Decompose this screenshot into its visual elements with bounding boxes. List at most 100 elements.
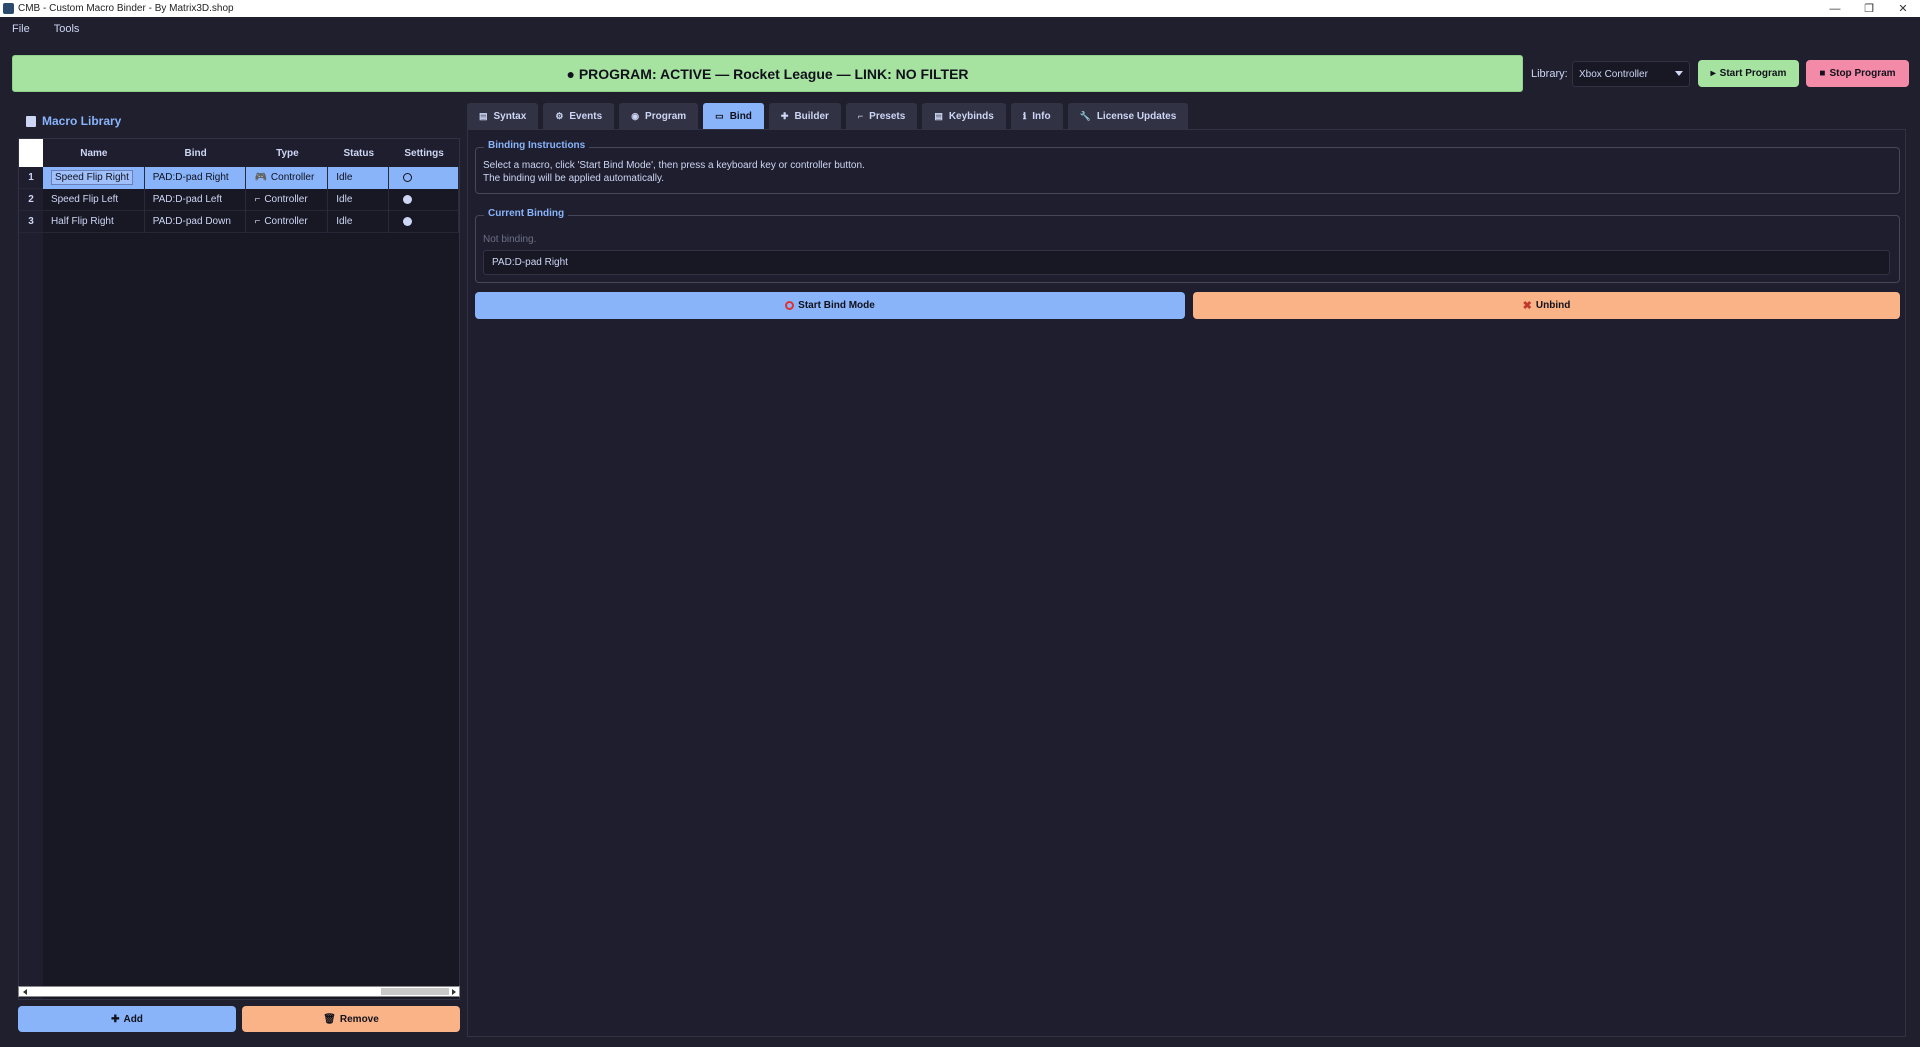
stop-program-button[interactable]: ■ Stop Program: [1806, 60, 1909, 87]
binding-status-text: Not binding.: [483, 234, 537, 245]
add-macro-button[interactable]: ✚ Add: [18, 1006, 236, 1032]
table-row[interactable]: 1 Speed Flip Right PAD:D-pad Right 🎮 Cont…: [19, 166, 459, 189]
row-header-column: [19, 167, 43, 999]
cell-status[interactable]: Idle: [328, 166, 390, 189]
cell-settings[interactable]: [389, 210, 459, 233]
cell-status[interactable]: Idle: [328, 210, 390, 233]
tab-program[interactable]: ◉ Program: [619, 103, 699, 129]
add-icon: ✚: [111, 1013, 120, 1025]
start-program-label: Start Program: [1719, 68, 1787, 79]
library-icon: [26, 115, 36, 127]
maximize-button[interactable]: ❐: [1852, 0, 1886, 17]
current-binding-field[interactable]: PAD:D-pad Right: [483, 250, 1890, 275]
window-title: CMB - Custom Macro Binder - By Matrix3D.…: [18, 3, 234, 14]
cell-settings[interactable]: [389, 166, 459, 189]
controller-icon: 🎮: [254, 172, 267, 183]
cell-name[interactable]: Half Flip Right: [43, 210, 145, 233]
cell-bind[interactable]: PAD:D-pad Left: [145, 188, 247, 211]
puzzle-icon: ✚: [780, 110, 789, 121]
column-header-bind[interactable]: Bind: [145, 139, 247, 167]
gear-icon: ⚙: [555, 110, 564, 121]
tab-label: License Updates: [1096, 110, 1177, 122]
column-header-settings[interactable]: Settings: [389, 139, 459, 167]
stop-icon: ■: [1819, 68, 1826, 79]
table-body: 1 Speed Flip Right PAD:D-pad Right 🎮 Cont…: [19, 166, 459, 233]
cell-type[interactable]: ⌐ Controller: [246, 188, 329, 211]
tab-label: Bind: [729, 110, 752, 122]
x-icon: ✖: [1522, 300, 1532, 312]
table-header: Name Bind Type Status Settings: [43, 139, 459, 167]
tab-bar: ▤ Syntax ⚙ Events ◉ Program ▭ Bind ✚ Builder …: [467, 103, 1189, 129]
close-button[interactable]: ✕: [1886, 0, 1920, 17]
gear-icon[interactable]: [403, 173, 413, 182]
library-select[interactable]: Xbox Controller: [1572, 61, 1690, 87]
remove-macro-button[interactable]: 🗑 Remove: [242, 1006, 460, 1032]
tab-syntax[interactable]: ▤ Syntax: [467, 103, 539, 129]
cell-type[interactable]: ⌐ Controller: [246, 210, 329, 233]
column-header-status[interactable]: Status: [328, 139, 389, 167]
gear-icon[interactable]: [403, 195, 413, 204]
macro-table[interactable]: Name Bind Type Status Settings 1 Speed F…: [18, 138, 460, 1000]
cell-name-editor[interactable]: Speed Flip Right: [50, 170, 133, 185]
column-header-type[interactable]: Type: [247, 139, 329, 167]
cell-type-label: Controller: [264, 216, 308, 227]
arrow-right-icon: [451, 988, 456, 995]
row-number: 1: [28, 172, 34, 183]
cell-settings[interactable]: [389, 188, 459, 211]
remove-label: Remove: [339, 1013, 379, 1025]
macro-library-title: Macro Library: [42, 114, 122, 128]
table-row[interactable]: 3 Half Flip Right PAD:D-pad Down ⌐ Contro…: [19, 210, 459, 233]
cell-name[interactable]: Speed Flip Left: [43, 188, 145, 211]
tab-bind[interactable]: ▭ Bind: [703, 103, 764, 129]
library-label: Library:: [1531, 68, 1568, 80]
cell-bind[interactable]: PAD:D-pad Down: [145, 210, 247, 233]
scrollbar-thumb[interactable]: [381, 988, 449, 995]
info-icon: ℹ: [1022, 110, 1027, 121]
stop-program-label: Stop Program: [1829, 68, 1896, 79]
tab-label: Builder: [794, 110, 829, 122]
cell-type[interactable]: 🎮 Controller: [246, 166, 329, 189]
instructions-line-2: The binding will be applied automaticall…: [483, 173, 665, 184]
tab-events[interactable]: ⚙ Events: [543, 103, 615, 129]
column-header-name[interactable]: Name: [43, 139, 145, 167]
start-program-button[interactable]: ▸ Start Program: [1698, 60, 1799, 87]
chevron-down-icon: [1675, 71, 1683, 76]
controller-icon: ⌐: [254, 194, 261, 205]
tab-info[interactable]: ℹ Info: [1010, 103, 1063, 129]
brain-icon: ◉: [631, 110, 640, 121]
menu-tools[interactable]: Tools: [42, 23, 92, 35]
tab-label: Syntax: [493, 110, 527, 122]
table-row[interactable]: 2 Speed Flip Left PAD:D-pad Left ⌐ Contro…: [19, 188, 459, 211]
trash-icon: 🗑: [323, 1013, 336, 1025]
title-bar: CMB - Custom Macro Binder - By Matrix3D.…: [0, 0, 1920, 17]
cell-bind[interactable]: PAD:D-pad Right: [144, 166, 247, 189]
menu-bar: File Tools: [0, 17, 1920, 41]
row-number: 3: [28, 216, 34, 227]
start-bind-mode-label: Start Bind Mode: [798, 300, 875, 311]
tab-license-updates[interactable]: 🔧 License Updates: [1067, 103, 1189, 129]
tab-label: Events: [569, 110, 603, 122]
library-select-value: Xbox Controller: [1579, 68, 1648, 80]
list-icon: ▤: [934, 110, 943, 121]
gear-icon[interactable]: [403, 217, 413, 226]
unbind-label: Unbind: [1535, 300, 1571, 311]
table-corner[interactable]: [19, 139, 43, 167]
minimize-button[interactable]: —: [1818, 0, 1852, 17]
cell-name[interactable]: Speed Flip Right: [42, 166, 145, 189]
tab-presets[interactable]: ⌐ Presets: [845, 103, 918, 129]
horizontal-scrollbar[interactable]: [18, 986, 460, 997]
arrow-left-icon: [22, 988, 27, 995]
window-controls: — ❐ ✕: [1818, 0, 1920, 17]
tab-builder[interactable]: ✚ Builder: [768, 103, 841, 129]
tab-label: Keybinds: [948, 110, 994, 122]
menu-file[interactable]: File: [0, 23, 42, 35]
keyboard-icon: ▭: [715, 110, 724, 121]
scroll-right-button[interactable]: [448, 987, 459, 996]
tab-label: Program: [645, 110, 687, 122]
current-binding-title: Current Binding: [484, 208, 569, 219]
cell-status[interactable]: Idle: [328, 188, 390, 211]
start-bind-mode-button[interactable]: Start Bind Mode: [475, 292, 1185, 319]
unbind-button[interactable]: ✖ Unbind: [1193, 292, 1900, 319]
scroll-left-button[interactable]: [19, 987, 30, 996]
tab-keybinds[interactable]: ▤ Keybinds: [922, 103, 1006, 129]
